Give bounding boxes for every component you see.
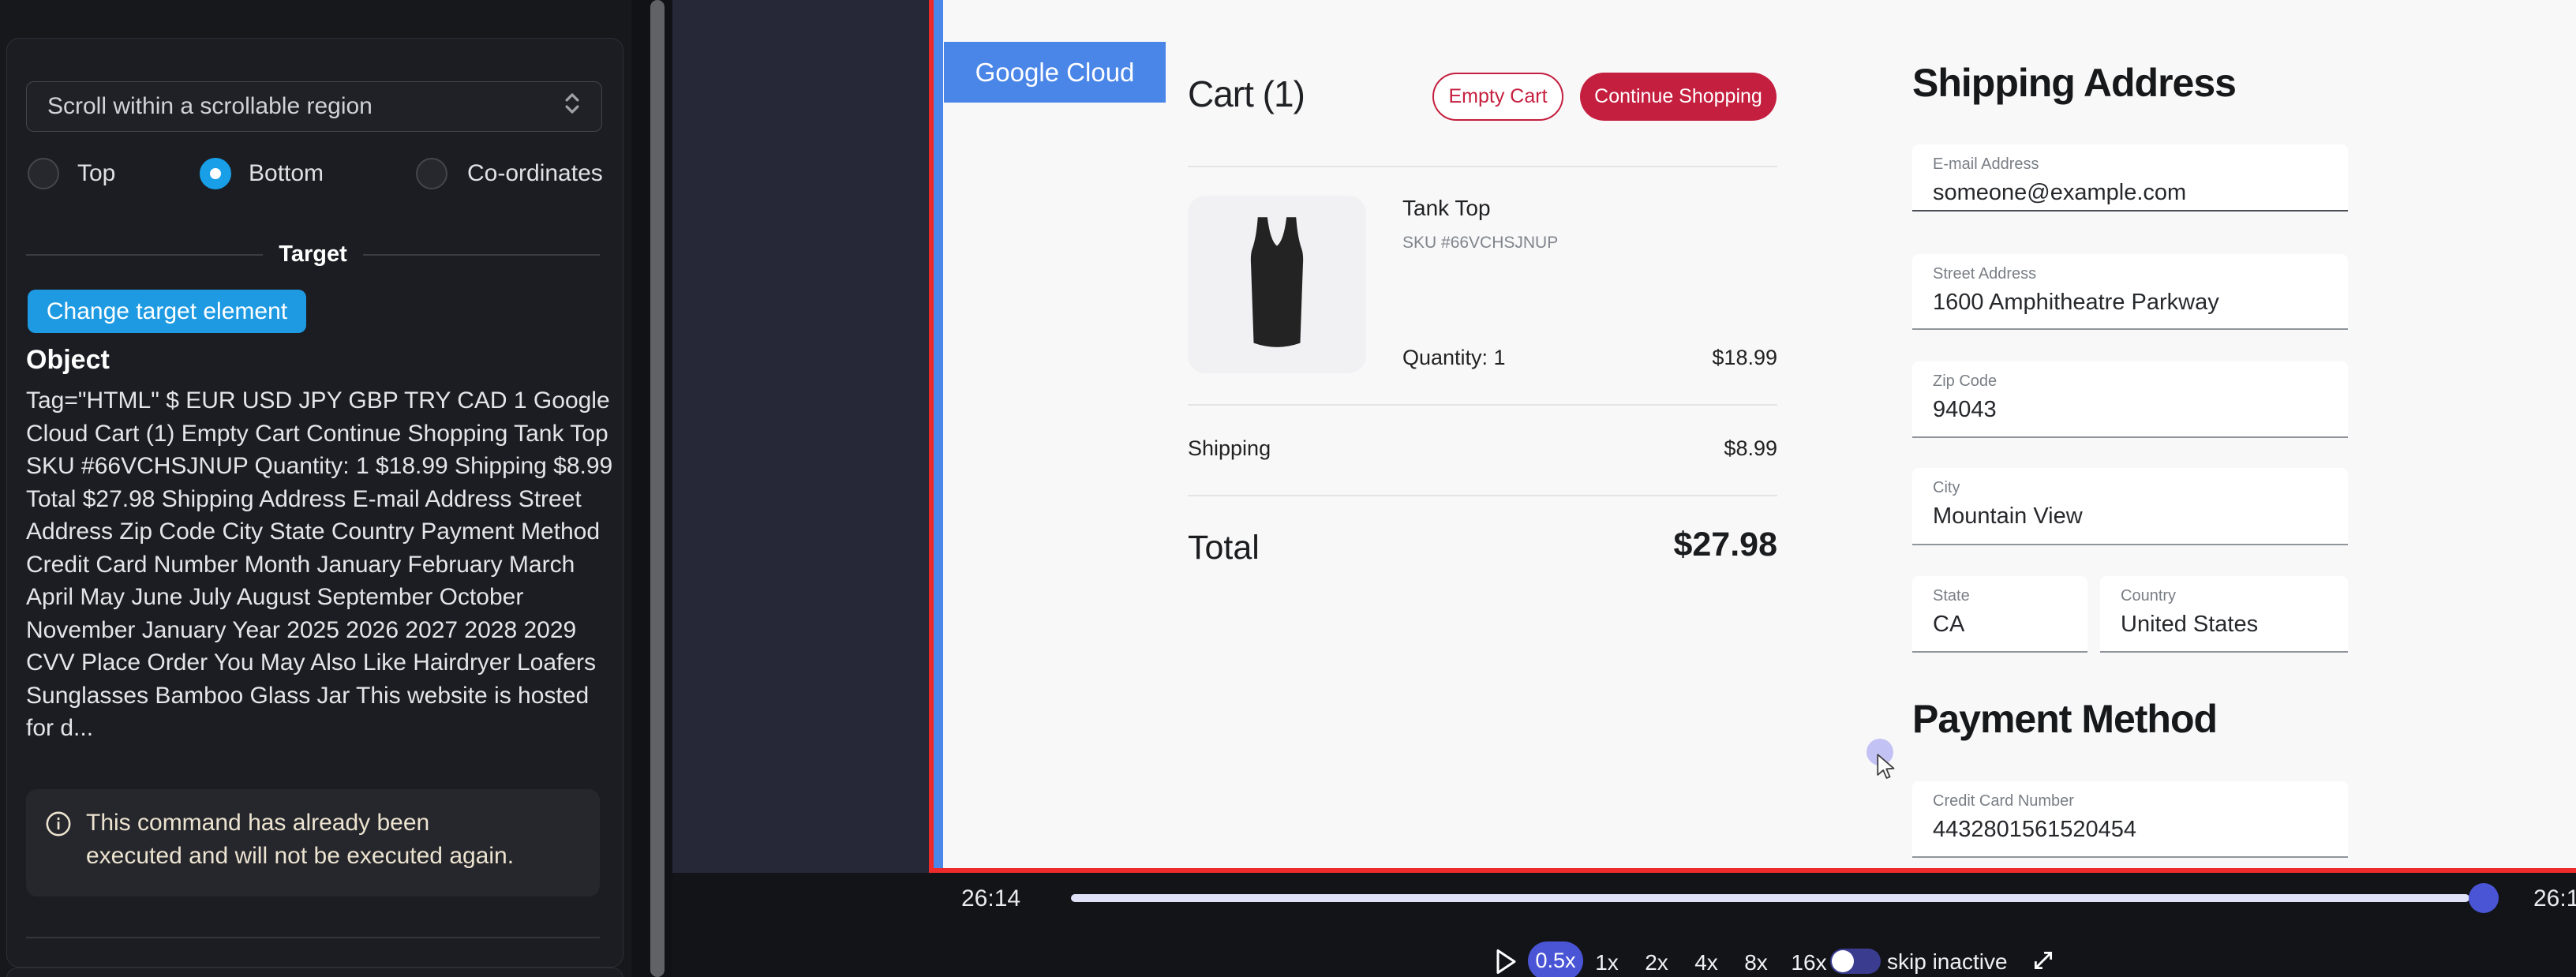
total-price: $27.98 [1673,526,1777,564]
player-bar [672,873,2576,977]
radio-dot [210,168,221,179]
notice-banner: This command has already been executed a… [26,789,600,897]
command-sidebar: Scroll within a scrollable region Top Bo… [0,0,631,977]
change-target-button[interactable]: Change target element [28,290,306,333]
radio-top[interactable] [28,158,59,189]
city-field-value: Mountain View [1933,503,2327,530]
speed-2x-button[interactable]: 2x [1645,950,1668,975]
state-field[interactable]: State CA [1912,576,2087,653]
notice-text: This command has already been executed a… [86,807,528,873]
credit-card-field-value: 4432801561520454 [1933,817,2327,843]
shipping-row-price: $8.99 [1724,436,1777,461]
city-field[interactable]: City Mountain View [1912,468,2348,545]
tank-top-image [1236,213,1318,357]
skip-inactive-toggle-knob[interactable] [1832,950,1854,972]
product-sku: SKU #66VCHSJNUP [1402,234,1558,253]
radio-coordinates-label: Co-ordinates [467,160,603,187]
mouse-cursor-icon [1876,754,1897,786]
empty-cart-button-label: Empty Cart [1448,85,1547,108]
continue-shopping-button[interactable]: Continue Shopping [1580,73,1777,121]
street-field-label: Street Address [1933,265,2327,283]
next-command-card [6,968,623,977]
cart-divider [1188,166,1777,167]
panel-scrollbar[interactable] [650,0,665,977]
shipping-address-heading: Shipping Address [1912,60,2236,106]
end-time: 26:19 [2533,885,2576,912]
empty-cart-button[interactable]: Empty Cart [1432,73,1563,121]
street-field-value: 1600 Amphitheatre Parkway [1933,290,2327,316]
radio-coordinates[interactable] [416,158,447,189]
email-field[interactable]: E-mail Address someone@example.com [1912,144,2348,211]
email-field-value: someone@example.com [1933,180,2327,206]
seek-bar[interactable] [1071,894,2469,902]
panel-divider [26,937,600,938]
brand-badge-label: Google Cloud [975,58,1135,88]
cart-divider [1188,495,1777,496]
brand-badge[interactable]: Google Cloud [944,42,1166,103]
country-field-label: Country [2121,587,2327,605]
target-section-divider: Target [26,241,600,268]
replayed-webpage: Google Cloud Cart (1) Empty Cart Continu… [943,0,2576,868]
speed-1x-button[interactable]: 1x [1595,950,1619,975]
divider-line [26,254,263,256]
divider-line [363,254,600,256]
product-name: Tank Top [1402,196,1491,221]
info-icon [45,810,72,837]
element-highlight-border [934,0,943,868]
country-field-value: United States [2121,612,2327,638]
play-button[interactable] [1494,947,1518,977]
cart-title: Cart (1) [1188,73,1305,115]
zip-field-label: Zip Code [1933,372,2327,391]
country-field[interactable]: Country United States [2100,576,2348,653]
radio-bottom-label: Bottom [249,160,324,187]
action-select[interactable]: Scroll within a scrollable region [26,81,602,132]
credit-card-field[interactable]: Credit Card Number 4432801561520454 [1912,781,2348,858]
speed-16x-button[interactable]: 16x [1791,950,1826,975]
target-section-label: Target [279,241,346,268]
select-chevrons-icon [564,90,581,123]
continue-shopping-button-label: Continue Shopping [1594,85,1762,108]
city-field-label: City [1933,479,2327,497]
speed-0-5x-button[interactable]: 0.5x [1528,941,1583,977]
app-window: Scroll within a scrollable region Top Bo… [0,0,2576,977]
seek-handle[interactable] [2469,883,2499,913]
radio-bottom[interactable] [200,158,231,189]
speed-4x-button[interactable]: 4x [1694,950,1718,975]
current-time: 26:14 [961,885,1020,912]
total-label: Total [1188,529,1260,567]
speed-8x-button[interactable]: 8x [1744,950,1768,975]
fullscreen-icon [2031,949,2055,972]
change-target-button-label: Change target element [47,298,287,325]
object-heading: Object [26,345,110,376]
state-field-value: CA [1933,612,2067,638]
cart-divider [1188,404,1777,406]
fullscreen-button[interactable] [2031,949,2055,976]
credit-card-field-label: Credit Card Number [1933,792,2327,810]
email-field-label: E-mail Address [1933,155,2327,174]
zip-field-value: 94043 [1933,397,2327,423]
object-description: Tag="HTML" $ EUR USD JPY GBP TRY CAD 1 G… [26,384,616,745]
shipping-row-label: Shipping [1188,436,1271,461]
skip-inactive-label: skip inactive [1887,949,2008,975]
product-price: $18.99 [1712,346,1777,370]
radio-top-label: Top [77,160,115,187]
zip-field[interactable]: Zip Code 94043 [1912,361,2348,438]
state-field-label: State [1933,587,2067,605]
action-select-value: Scroll within a scrollable region [47,93,373,120]
street-field[interactable]: Street Address 1600 Amphitheatre Parkway [1912,254,2348,330]
play-icon [1494,947,1518,976]
speed-0-5x-label: 0.5x [1535,949,1575,973]
product-quantity: Quantity: 1 [1402,346,1506,370]
product-image [1188,196,1366,373]
payment-method-heading: Payment Method [1912,696,2217,742]
